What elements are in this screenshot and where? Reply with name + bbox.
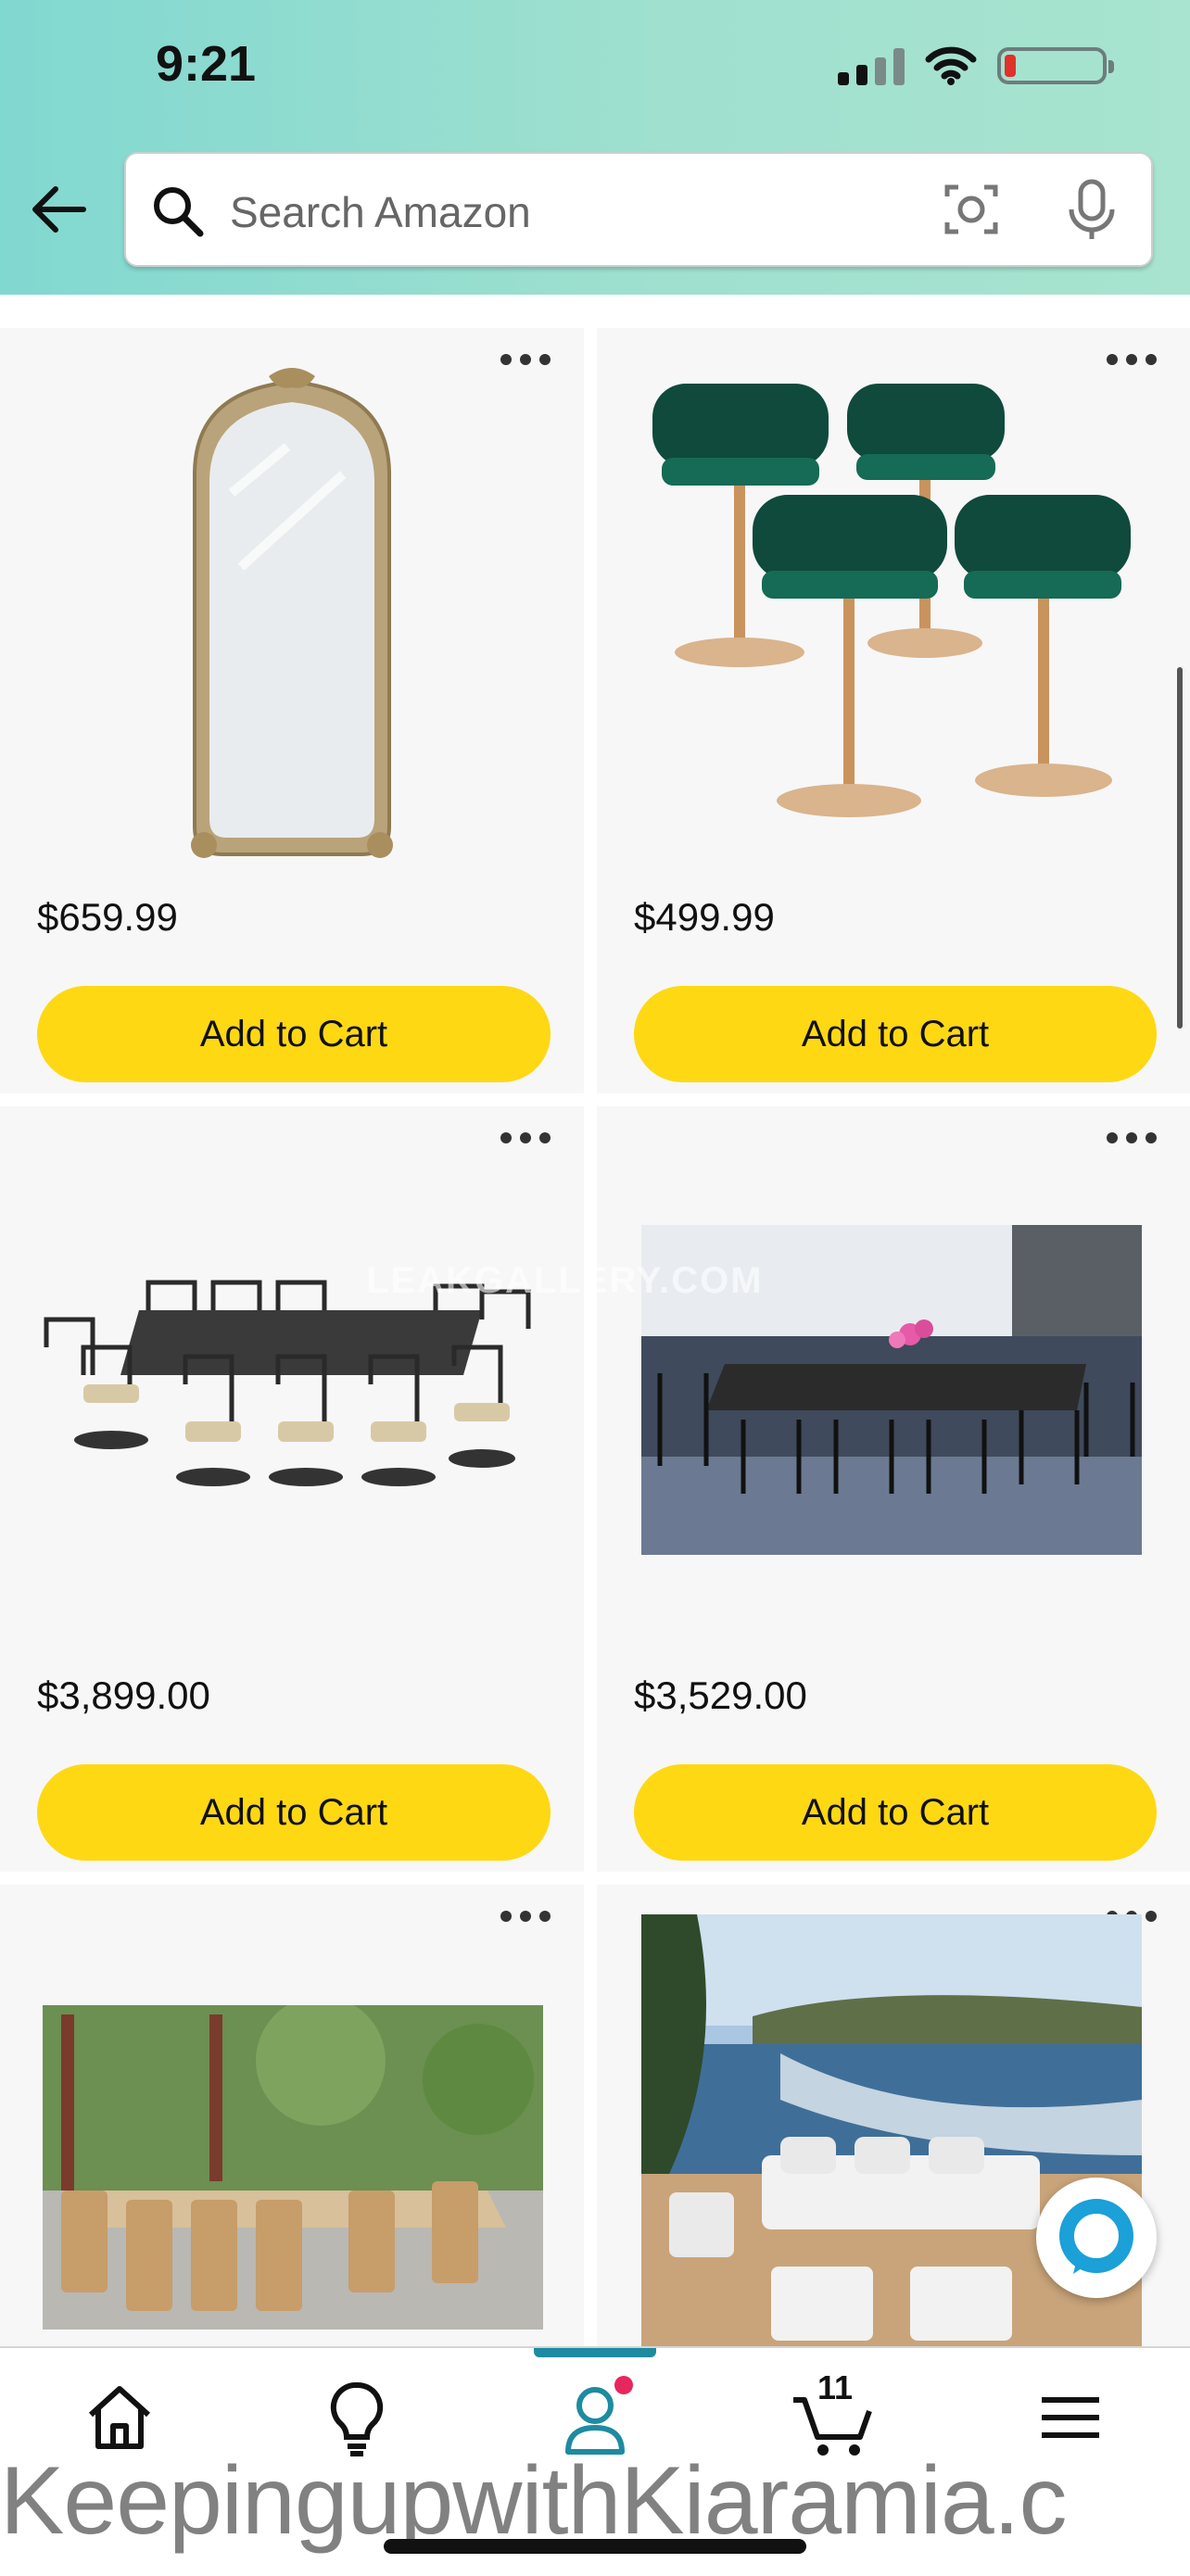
cellular-signal-icon — [838, 46, 905, 85]
watermark-text: LEAKGALLERY.COM — [366, 1260, 764, 1301]
add-to-cart-button[interactable]: Add to Cart — [634, 1764, 1157, 1861]
product-image[interactable] — [37, 1273, 547, 1496]
status-icons — [838, 46, 1114, 85]
search-input[interactable] — [228, 174, 973, 250]
add-to-cart-button[interactable]: Add to Cart — [37, 1764, 551, 1861]
microphone-icon[interactable] — [1062, 178, 1121, 241]
product-price: $659.99 — [37, 895, 178, 939]
product-card[interactable]: $3,899.00 Add to Cart — [0, 1106, 584, 1872]
alexa-button[interactable] — [1036, 2178, 1157, 2298]
active-tab-indicator — [534, 2348, 656, 2357]
battery-icon — [997, 47, 1114, 84]
app-header: 9:21 — [0, 0, 1190, 295]
camera-search-icon[interactable] — [942, 180, 1001, 239]
alexa-icon — [1059, 2199, 1133, 2274]
add-to-cart-button[interactable]: Add to Cart — [37, 986, 551, 1082]
back-arrow-icon[interactable] — [28, 176, 95, 243]
product-grid: $659.99 Add to Cart $499.99 Add to Cart … — [0, 317, 1190, 2346]
product-price: $3,899.00 — [37, 1673, 210, 1717]
home-indicator[interactable] — [384, 2539, 806, 2554]
scrollbar[interactable] — [1177, 667, 1183, 1029]
product-image[interactable] — [634, 365, 1153, 847]
product-card[interactable]: $3,529.00 Add to Cart — [597, 1106, 1190, 1872]
wifi-icon — [925, 46, 977, 85]
more-options-icon[interactable] — [500, 1911, 556, 1933]
more-options-icon[interactable] — [500, 1132, 556, 1155]
product-card[interactable]: $499.99 Add to Cart — [597, 328, 1190, 1093]
product-image[interactable] — [176, 363, 408, 864]
more-options-icon[interactable] — [1107, 1132, 1162, 1155]
status-time: 9:21 — [156, 36, 257, 92]
product-card[interactable] — [0, 1885, 584, 2346]
more-options-icon[interactable] — [500, 354, 556, 376]
search-bar[interactable] — [124, 152, 1153, 267]
product-image[interactable] — [43, 2005, 543, 2330]
product-price: $499.99 — [634, 895, 775, 939]
cart-count-badge: 11 — [817, 2368, 854, 2406]
product-card[interactable]: $659.99 Add to Cart — [0, 328, 584, 1093]
search-icon — [154, 187, 204, 237]
product-price: $3,529.00 — [634, 1673, 807, 1717]
add-to-cart-button[interactable]: Add to Cart — [634, 986, 1157, 1082]
